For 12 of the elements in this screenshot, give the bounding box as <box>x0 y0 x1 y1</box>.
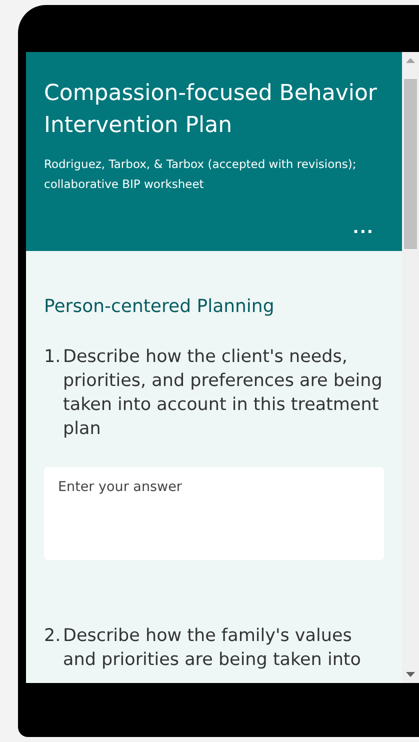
form-title: Compassion-focused Behavior Intervention Plan <box>44 80 378 140</box>
question-text: Describe how the family's values and priorities are being taken into <box>63 625 362 672</box>
form-subtitle: Rodriguez, Tarbox, & Tarbox (accepted with revisions); collaborative BIP worksheet <box>44 156 358 193</box>
question-number: 2. <box>44 625 62 648</box>
question-text: Describe how the client's needs, priorities, and preferences are being taken into account in this treatment plan <box>63 346 384 441</box>
answer-field[interactable]: Enter your answer <box>44 467 384 560</box>
scroll-down-icon[interactable] <box>406 672 415 677</box>
question-number: 1. <box>44 346 62 369</box>
more-options-button[interactable]: ... <box>348 218 378 237</box>
scrollbar-thumb[interactable] <box>404 79 417 249</box>
section-title: Person-centered Planning <box>44 296 276 317</box>
scroll-up-icon[interactable] <box>406 58 415 63</box>
